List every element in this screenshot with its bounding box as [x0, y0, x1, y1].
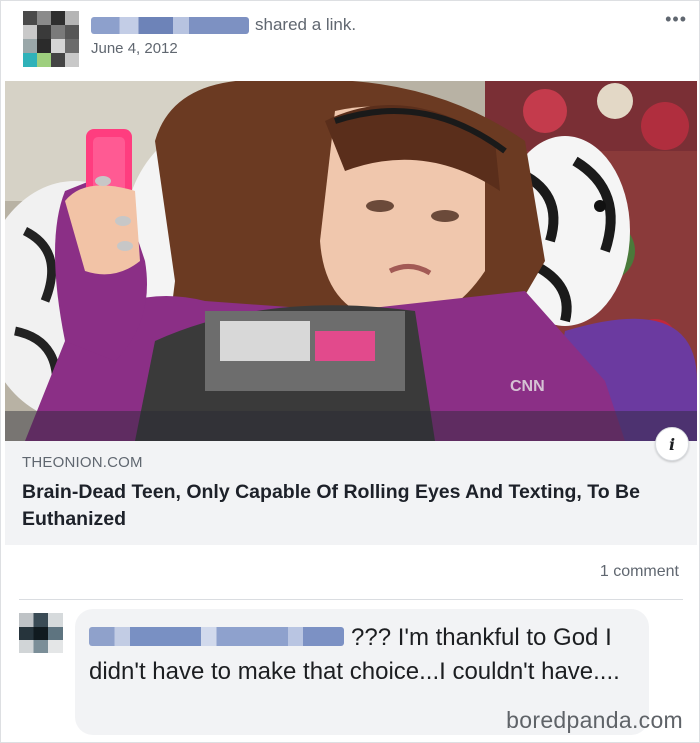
comment-text: ??? I'm thankful to God I didn't have to…: [89, 624, 620, 685]
post-header: shared a link. June 4, 2012 •••: [15, 9, 687, 69]
image-watermark: CNN: [510, 378, 545, 395]
link-preview-card[interactable]: CNN i THEONION.COM Brain-Dead Teen, Only…: [5, 81, 697, 545]
link-domain: THEONION.COM: [22, 454, 143, 471]
more-options-icon[interactable]: •••: [665, 9, 687, 30]
commenter-avatar[interactable]: [19, 613, 63, 653]
link-preview-image[interactable]: CNN: [5, 81, 697, 441]
boredpanda-watermark: boredpanda.com: [506, 707, 683, 733]
link-title[interactable]: Brain-Dead Teen, Only Capable Of Rolling…: [22, 479, 682, 533]
info-icon[interactable]: i: [655, 427, 689, 461]
poster-avatar[interactable]: [23, 11, 79, 67]
post-date[interactable]: June 4, 2012: [91, 40, 178, 57]
poster-name-blurred[interactable]: [91, 17, 249, 34]
shared-text: shared a link.: [255, 15, 357, 34]
divider: [19, 599, 683, 600]
teen-photo: CNN: [5, 81, 697, 441]
facebook-post: shared a link. June 4, 2012 ••• CNN i TH…: [0, 0, 700, 743]
comment-count-link[interactable]: 1 comment: [600, 563, 679, 581]
